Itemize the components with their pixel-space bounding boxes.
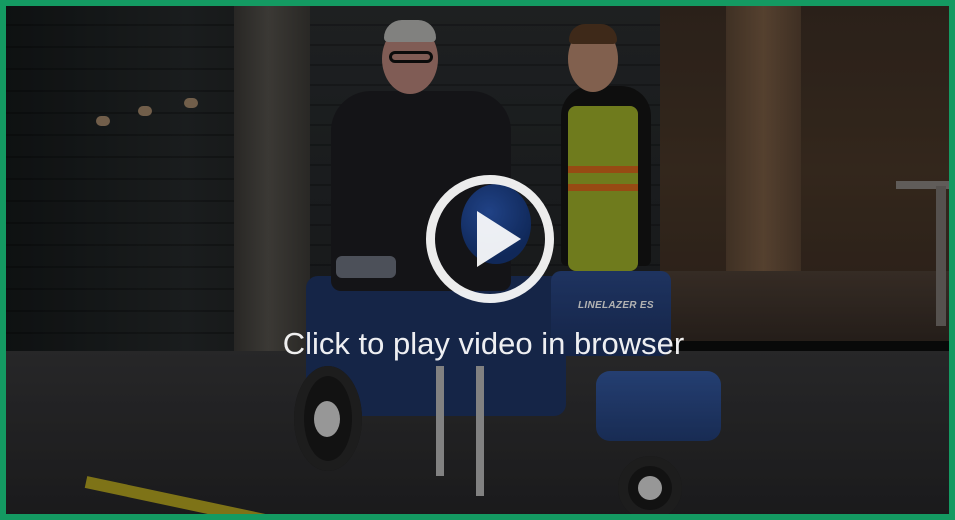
play-button[interactable] <box>426 175 554 303</box>
play-caption[interactable]: Click to play video in browser <box>6 324 949 364</box>
video-player[interactable]: LINELAZER ES Click to play video in brow… <box>0 0 955 520</box>
play-icon <box>477 211 521 267</box>
